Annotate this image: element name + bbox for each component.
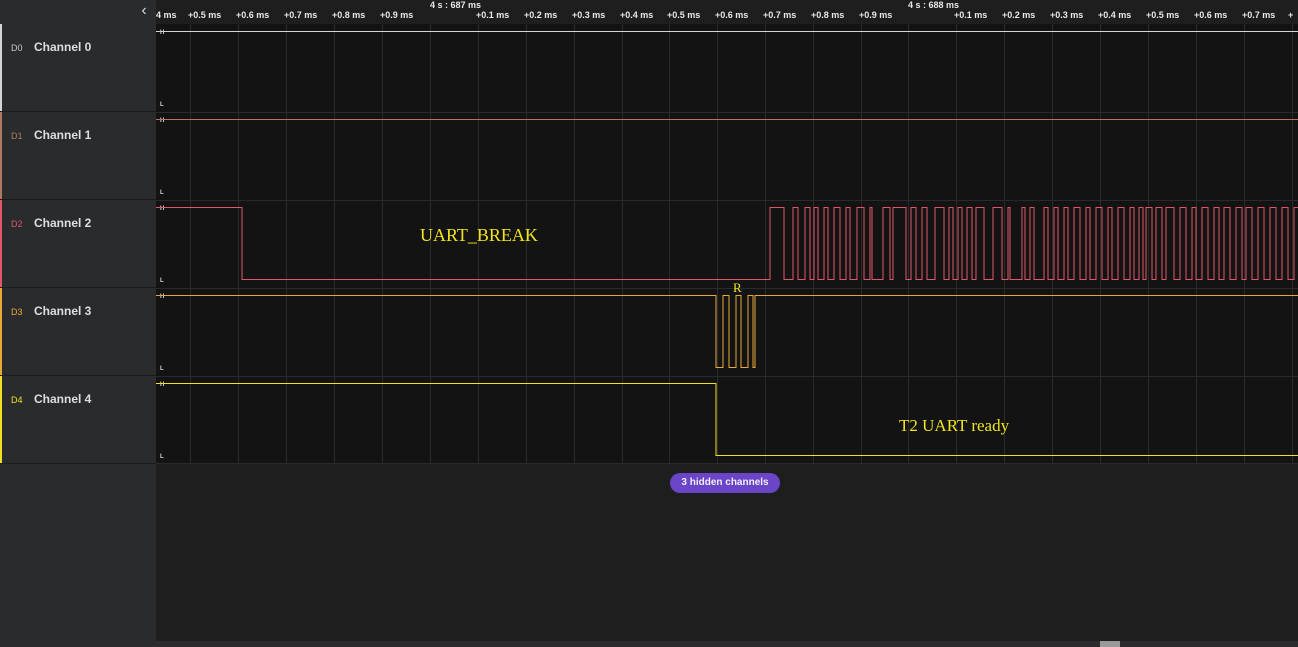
ruler-tick-label: +0.2 ms bbox=[524, 10, 558, 20]
hidden-channels-button[interactable]: 3 hidden channels bbox=[670, 473, 780, 493]
channel-id: D4 bbox=[11, 395, 23, 405]
channel-name: Channel 0 bbox=[34, 40, 92, 54]
ruler-tick-label: +0.2 ms bbox=[1002, 10, 1036, 20]
uart-break-annotation: UART_BREAK bbox=[420, 225, 538, 245]
ruler-tick-label: +0.5 ms bbox=[1146, 10, 1180, 20]
channel-id: D2 bbox=[11, 219, 23, 229]
high-level-marker: H bbox=[160, 206, 164, 212]
ruler-tick-label: +0.7 ms bbox=[763, 10, 797, 20]
channel-name: Channel 4 bbox=[34, 392, 92, 406]
logic-analyzer-window: ‹ D0 Channel 0 D1 Channel 1 D2 Channel 2… bbox=[0, 0, 1298, 647]
t2-ready-annotation: T2 UART ready bbox=[899, 416, 1010, 435]
ruler-tick-label: +0.3 ms bbox=[572, 10, 606, 20]
ruler-tick-label: +0.8 ms bbox=[332, 10, 366, 20]
channel-name: Channel 2 bbox=[34, 216, 92, 230]
channel-row-2[interactable]: D2 Channel 2 bbox=[0, 200, 156, 288]
channel-name: Channel 1 bbox=[34, 128, 92, 142]
channel-color-stripe bbox=[0, 200, 2, 287]
channel-id: D0 bbox=[11, 43, 23, 53]
channel-row-3[interactable]: D3 Channel 3 bbox=[0, 288, 156, 376]
chevron-left-icon[interactable]: ‹ bbox=[136, 2, 152, 20]
row-separators bbox=[156, 112, 1298, 464]
channel-color-stripe bbox=[0, 376, 2, 463]
channel-color-stripe bbox=[0, 24, 2, 111]
ruler-tick-label: +0.1 ms bbox=[476, 10, 510, 20]
ruler-tick-label: +0.8 ms bbox=[811, 10, 845, 20]
channel-color-stripe bbox=[0, 288, 2, 375]
channel-color-stripe bbox=[0, 112, 2, 199]
ruler-tick-label: +0.5 ms bbox=[188, 10, 222, 20]
ruler-tick-label: +0.1 ms bbox=[954, 10, 988, 20]
channel-id: D3 bbox=[11, 307, 23, 317]
sidebar-header: ‹ bbox=[0, 0, 156, 25]
ruler-tick-label: +0.7 ms bbox=[1242, 10, 1276, 20]
ruler-major-label: 4 s : 688 ms bbox=[908, 0, 960, 10]
channel-2-waveform bbox=[156, 207, 1298, 280]
channel-name: Channel 3 bbox=[34, 304, 92, 318]
ruler-tick-label: + bbox=[1288, 10, 1294, 20]
ruler-tick-label: 4 ms bbox=[156, 10, 177, 20]
channel-id: D1 bbox=[11, 131, 23, 141]
low-level-marker: L bbox=[160, 366, 164, 372]
ruler-tick-label: +0.6 ms bbox=[236, 10, 270, 20]
ruler-tick-label: +0.9 ms bbox=[859, 10, 893, 20]
channel-4-waveform bbox=[156, 383, 1298, 456]
channel-sidebar: ‹ D0 Channel 0 D1 Channel 1 D2 Channel 2… bbox=[0, 0, 156, 647]
high-level-marker: H bbox=[160, 294, 164, 300]
channel-3-waveform bbox=[156, 295, 1298, 368]
low-level-marker: L bbox=[160, 278, 164, 284]
channel-row-4[interactable]: D4 Channel 4 bbox=[0, 376, 156, 464]
waveform-canvas: H L H L H L H L H L UART_BREAK R T2 UART… bbox=[156, 24, 1298, 464]
ruler-tick-label: +0.9 ms bbox=[380, 10, 414, 20]
low-level-marker: L bbox=[160, 102, 164, 108]
ruler-major-label: 4 s : 687 ms bbox=[430, 0, 482, 10]
ruler-tick-label: +0.6 ms bbox=[715, 10, 749, 20]
ruler-tick-label: +0.6 ms bbox=[1194, 10, 1228, 20]
low-level-marker: L bbox=[160, 454, 164, 460]
high-level-marker: H bbox=[160, 30, 164, 36]
low-level-marker: L bbox=[160, 190, 164, 196]
ruler-tick-label: +0.5 ms bbox=[667, 10, 701, 20]
scrollbar-thumb[interactable] bbox=[1100, 641, 1120, 647]
ruler-tick-label: +0.4 ms bbox=[620, 10, 654, 20]
time-grid bbox=[190, 24, 1293, 464]
waveform-viewport[interactable]: H L H L H L H L H L UART_BREAK R T2 UART… bbox=[156, 24, 1298, 464]
channel-row-0[interactable]: D0 Channel 0 bbox=[0, 24, 156, 112]
r-marker-annotation: R bbox=[733, 280, 742, 295]
ruler-tick-label: +0.4 ms bbox=[1098, 10, 1132, 20]
ruler-tick-label: +0.3 ms bbox=[1050, 10, 1084, 20]
high-level-marker: H bbox=[160, 382, 164, 388]
high-level-marker: H bbox=[160, 118, 164, 124]
ruler-tick-label: +0.7 ms bbox=[284, 10, 318, 20]
horizontal-scrollbar[interactable] bbox=[156, 641, 1298, 647]
channel-row-1[interactable]: D1 Channel 1 bbox=[0, 112, 156, 200]
time-ruler[interactable]: 4 s : 687 ms 4 s : 688 ms 4 ms +0.5 ms +… bbox=[156, 0, 1298, 25]
